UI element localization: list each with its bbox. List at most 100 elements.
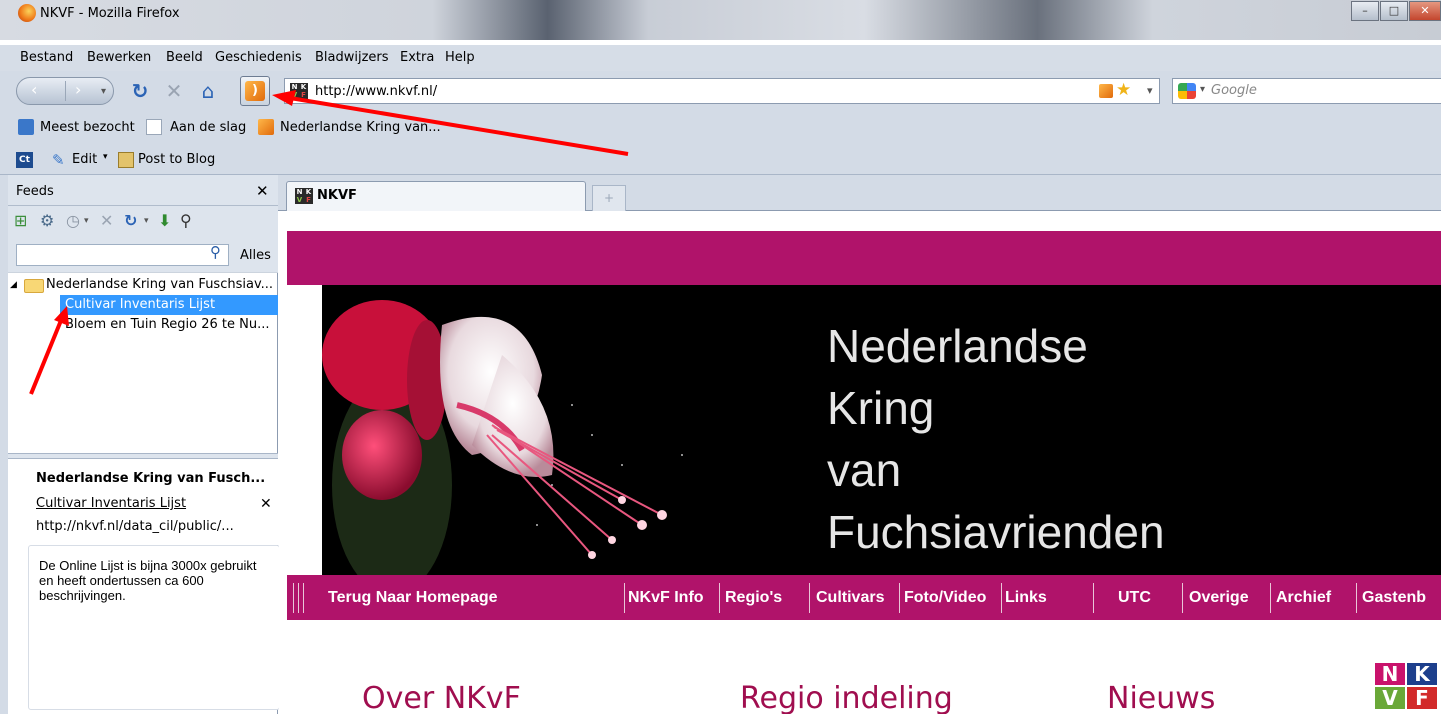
site-header-bar [287,231,1441,285]
smart-bookmark-icon [18,119,34,135]
tree-folder-row[interactable]: ◢ Nederlandse Kring van Fuschsiav... [8,275,278,295]
sidebar-toolbar: ⊞ ⚙ ◷ ▾ ✕ ↻ ▾ ⬇ ⚲ [8,206,278,236]
banner-line: Kring [827,382,935,434]
bookmark-star-icon[interactable]: ★ [1116,80,1131,100]
download-icon[interactable]: ⬇ [158,211,171,231]
bookmark-nederlandse-kring[interactable]: Nederlandse Kring van... [280,120,441,135]
url-text[interactable]: http://www.nkvf.nl/ [315,84,437,99]
tree-item-cultivar[interactable]: Cultivar Inventaris Lijst [60,295,278,315]
feed-available-icon[interactable] [1099,84,1113,98]
menu-help[interactable]: Help [445,50,475,65]
nav-separator [624,583,625,613]
nav-separator [899,583,900,613]
logo-letter: F [1407,687,1437,709]
minimize-button[interactable]: – [1351,1,1379,21]
delete-icon[interactable]: ✕ [100,211,113,231]
new-tab-button[interactable]: + [592,185,626,211]
home-icon[interactable]: ⌂ [196,79,220,103]
sidebar-close-icon[interactable]: ✕ [256,182,269,200]
history-dropdown-icon[interactable]: ▾ [101,86,106,97]
banner-line: van [827,444,902,496]
feed-filter-input[interactable] [16,244,229,266]
addon-toolbar: Ct ✎ Edit ▾ Post to Blog [0,143,1441,175]
nav-cultivars[interactable]: Cultivars [816,589,884,607]
menu-geschiedenis[interactable]: Geschiedenis [215,50,302,65]
feed-detail: Nederlandse Kring van Fusch... Cultivar … [8,459,278,545]
window-title: NKVF - Mozilla Firefox [40,6,180,21]
tree-item-label: Cultivar Inventaris Lijst [65,297,216,312]
tree-item-bloem[interactable]: Bloem en Tuin Regio 26 te Nu... [8,315,278,335]
clock-dropdown-icon[interactable]: ▾ [84,211,89,231]
edit-button[interactable]: Edit [72,152,97,167]
refresh-icon[interactable]: ↻ [124,211,137,231]
close-window-button[interactable]: ✕ [1409,1,1441,21]
site-navigation: Terug Naar Homepage NKvF Info Regio's Cu… [287,575,1441,620]
nav-nkvf-info[interactable]: NKvF Info [628,589,704,607]
back-icon[interactable]: ‹ [31,80,37,99]
collapse-triangle-icon[interactable]: ◢ [10,275,17,295]
magnifier-icon[interactable]: ⚲ [210,243,221,261]
nav-terug-naar-homepage[interactable]: Terug Naar Homepage [328,589,498,607]
stop-icon[interactable]: ✕ [162,79,186,103]
nav-regios[interactable]: Regio's [725,589,782,607]
nav-foto-video[interactable]: Foto/Video [904,589,986,607]
firefox-icon [18,4,36,22]
nav-utc[interactable]: UTC [1118,589,1151,607]
detail-close-icon[interactable]: ✕ [260,496,272,512]
logo-letter: V [1375,687,1405,709]
detail-title: Nederlandse Kring van Fusch... [36,471,266,486]
menu-bewerken[interactable]: Bewerken [87,50,151,65]
back-forward-buttons: ‹ › ▾ [16,77,114,105]
nav-archief[interactable]: Archief [1276,589,1331,607]
refresh-dropdown-icon[interactable]: ▾ [144,211,149,231]
menu-bestand[interactable]: Bestand [20,50,73,65]
bookmark-aan-de-slag[interactable]: Aan de slag [170,120,246,135]
search-icon[interactable]: ⚲ [180,211,192,231]
menu-extra[interactable]: Extra [400,50,434,65]
menu-bar: Bestand Bewerken Beeld Geschiedenis Blad… [0,45,1441,71]
feed-description: De Online Lijst is bijna 3000x gebruikt … [28,545,280,710]
nav-links[interactable]: Links [1005,589,1047,607]
banner-heading: Nederlandse Kring van Fuchsiavrienden [827,315,1165,563]
search-engine-icon[interactable] [1178,83,1196,99]
bookmark-meest-bezocht[interactable]: Meest bezocht [40,120,135,135]
properties-icon[interactable]: ⚙ [40,211,54,231]
detail-link[interactable]: Cultivar Inventaris Lijst [36,496,186,511]
search-engine-dropdown-icon[interactable]: ▾ [1200,84,1205,95]
sidebar-filter: ⚲ Alles [8,236,278,272]
nav-overige[interactable]: Overige [1189,589,1249,607]
sidebar-title: Feeds [16,184,54,199]
address-bar[interactable]: NK VF http://www.nkvf.nl/ ★ ▾ [284,78,1160,104]
post-to-blog-button[interactable]: Post to Blog [138,152,215,167]
clock-icon[interactable]: ◷ [66,211,80,231]
filter-alles-button[interactable]: Alles [240,248,271,263]
url-dropdown-icon[interactable]: ▾ [1147,84,1153,97]
banner-line: Fuchsiavrienden [827,506,1165,558]
feeds-sidebar: Feeds ✕ ⊞ ⚙ ◷ ▾ ✕ ↻ ▾ ⬇ ⚲ ⚲ Alles ◢ Nede… [0,175,280,714]
section-nieuws: Nieuws [1107,681,1216,714]
site-favicon-icon: NK VF [290,83,308,99]
ct-icon[interactable]: Ct [16,152,33,168]
subscribe-rss-button[interactable]: ) [240,76,270,106]
search-bar[interactable]: ▾ Google [1172,78,1441,104]
fuchsia-flower-image [322,285,742,575]
reload-icon[interactable]: ↻ [128,79,152,103]
section-over-nkvf: Over NKvF [362,681,521,714]
tab-nkvf[interactable]: NK VF NKVF [286,181,586,211]
maximize-button[interactable]: □ [1380,1,1408,21]
tree-item-label: Bloem en Tuin Regio 26 te Nu... [65,317,270,332]
nav-separator [1270,583,1271,613]
nav-separator [719,583,720,613]
window-controls: – □ ✕ [1350,1,1441,21]
nav-separator [809,583,810,613]
edit-dropdown-icon[interactable]: ▾ [103,152,108,162]
menu-beeld[interactable]: Beeld [166,50,203,65]
nav-separator [303,583,304,613]
tab-label: NKVF [317,188,357,203]
add-feed-icon[interactable]: ⊞ [14,211,27,231]
menu-bladwijzers[interactable]: Bladwijzers [315,50,389,65]
rss-icon: ) [245,81,265,101]
nav-gastenboek[interactable]: Gastenb [1362,589,1426,607]
forward-icon[interactable]: › [75,80,81,99]
edit-icon: ✎ [52,151,65,169]
